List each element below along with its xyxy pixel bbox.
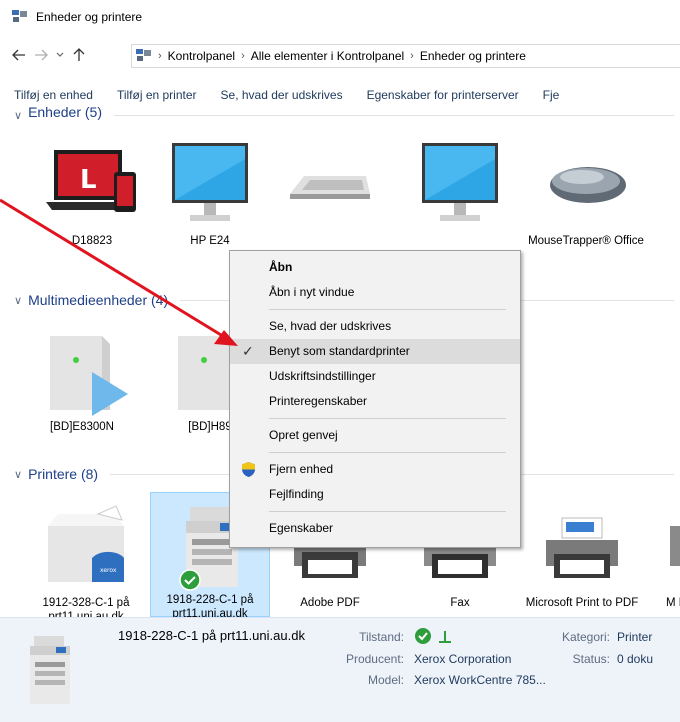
chevron-down-icon: ∨ [14, 109, 23, 122]
menu-item-set-default-printer[interactable]: ✓ Benyt som standardprinter [230, 339, 520, 364]
menu-item-properties[interactable]: Egenskaber [230, 516, 520, 541]
menu-item-printer-properties[interactable]: Printeregenskaber [230, 389, 520, 414]
up-arrow-icon [73, 48, 85, 61]
menu-item-see-printing[interactable]: Se, hvad der udskrives [230, 314, 520, 339]
menu-item-remove-device[interactable]: Fjern enhed [230, 457, 520, 482]
window-title: Enheder og printere [36, 10, 143, 24]
forward-button[interactable] [30, 44, 52, 66]
details-status-label: Status: [572, 652, 610, 666]
back-button[interactable] [8, 44, 30, 66]
breadcrumb-separator-icon: › [241, 50, 245, 62]
details-state-label: Tilstand: [359, 630, 404, 644]
printer-item[interactable]: M Do [640, 496, 680, 610]
menu-item-troubleshoot[interactable]: Fejlfinding [230, 482, 520, 507]
menu-item-create-shortcut[interactable]: Opret genvej [230, 423, 520, 448]
laptop-phone-icon: L [37, 134, 147, 234]
navigation-bar: › Kontrolpanel › Alle elementer i Kontro… [0, 40, 680, 70]
details-manufacturer-value: Xerox Corporation [414, 652, 512, 666]
chevron-down-icon: ∨ [14, 468, 23, 481]
details-model-value: Xerox WorkCentre 785... [414, 673, 546, 687]
details-device-name: 1918-228-C-1 på prt11.uni.au.dk [118, 628, 305, 643]
add-printer-button[interactable]: Tilføj en printer [117, 88, 197, 102]
device-name: HP E24 [190, 235, 230, 247]
group-header-devices[interactable]: ∨ Enheder (5) [14, 106, 674, 124]
details-category-label: Kategori: [561, 630, 610, 644]
menu-separator [269, 511, 506, 512]
devices-printers-icon [12, 9, 28, 26]
details-pane: 1918-228-C-1 på prt11.uni.au.dk Tilstand… [0, 617, 680, 722]
media-device-item[interactable]: [BD]E8300N [22, 320, 142, 434]
printer-item[interactable]: xerox 1912-328-C-1 på prt11.uni.au.dk [26, 496, 146, 624]
device-name: D18823 [71, 235, 113, 247]
svg-text:L: L [80, 165, 97, 195]
remove-device-toolbar-button[interactable]: Fje [543, 88, 560, 102]
back-arrow-icon [12, 49, 25, 61]
monitor-icon [405, 134, 515, 234]
printer-item[interactable]: Microsoft Print to PDF [522, 496, 642, 610]
printer-icon: xerox [31, 496, 141, 596]
device-name: [BD]E8300N [50, 421, 114, 433]
menu-item-open-new-window[interactable]: Åbn i nyt vindue [230, 280, 520, 305]
chevron-down-icon [56, 52, 64, 57]
printer-icon [527, 496, 637, 596]
details-manufacturer-label: Producent: [345, 652, 404, 666]
printer-name: Fax [450, 597, 470, 609]
menu-item-print-settings[interactable]: Udskriftsindstillinger [230, 364, 520, 389]
media-server-icon [27, 320, 137, 420]
svg-text:xerox: xerox [100, 567, 117, 574]
details-model-label: Model: [367, 673, 404, 687]
see-printing-button[interactable]: Se, hvad der udskrives [221, 88, 343, 102]
menu-item-label: Fjern enhed [269, 462, 334, 476]
menu-separator [269, 418, 506, 419]
menu-item-open[interactable]: Åbn [230, 255, 520, 280]
print-server-properties-button[interactable]: Egenskaber for printerserver [367, 88, 519, 102]
printer-name: M Do [666, 597, 680, 609]
breadcrumb-control-panel[interactable]: Kontrolpanel [168, 49, 235, 63]
printer-icon [640, 496, 680, 596]
address-bar[interactable]: › Kontrolpanel › Alle elementer i Kontro… [131, 44, 680, 68]
device-name: MouseTrapper® Office [528, 235, 644, 247]
device-item[interactable]: MouseTrapper® Office [526, 134, 646, 248]
title-bar: Enheder og printere [0, 0, 680, 34]
control-panel-icon [136, 48, 152, 65]
command-bar: Tilføj en enhed Tilføj en printer Se, hv… [0, 82, 680, 108]
group-divider [114, 114, 674, 116]
checkmark-icon: ✓ [242, 343, 254, 359]
context-menu: Åbn Åbn i nyt vindue Se, hvad der udskri… [229, 250, 521, 548]
details-category-value: Printer [617, 630, 653, 644]
default-printer-check-icon [179, 569, 201, 594]
details-state-value [414, 627, 453, 648]
breadcrumb-separator-icon: › [158, 50, 162, 62]
breadcrumb-devices-printers[interactable]: Enheder og printere [420, 49, 526, 63]
recent-locations-button[interactable] [52, 44, 68, 66]
forward-arrow-icon [35, 49, 48, 61]
up-button[interactable] [68, 44, 90, 66]
details-status-value: 0 doku [617, 652, 654, 666]
device-item[interactable]: HP E24 [150, 134, 270, 248]
menu-item-label: Benyt som standardprinter [269, 344, 410, 358]
monitor-icon [155, 134, 265, 234]
printer-name: Adobe PDF [300, 597, 360, 609]
device-item[interactable]: L D18823 [32, 134, 152, 248]
breadcrumb-separator-icon: › [410, 50, 414, 62]
printer-network-icon [439, 631, 452, 643]
ok-status-icon [415, 628, 431, 644]
chevron-down-icon: ∨ [14, 294, 23, 307]
multifunction-printer-icon [28, 632, 72, 709]
device-item[interactable] [400, 134, 520, 234]
add-device-button[interactable]: Tilføj en enhed [14, 88, 93, 102]
breadcrumb-all-items[interactable]: Alle elementer i Kontrolpanel [251, 49, 404, 63]
keyboard-icon [275, 134, 385, 234]
menu-separator [269, 309, 506, 310]
menu-separator [269, 452, 506, 453]
device-item[interactable] [270, 134, 390, 234]
printer-name: Microsoft Print to PDF [525, 597, 639, 609]
mouse-icon [531, 134, 641, 234]
